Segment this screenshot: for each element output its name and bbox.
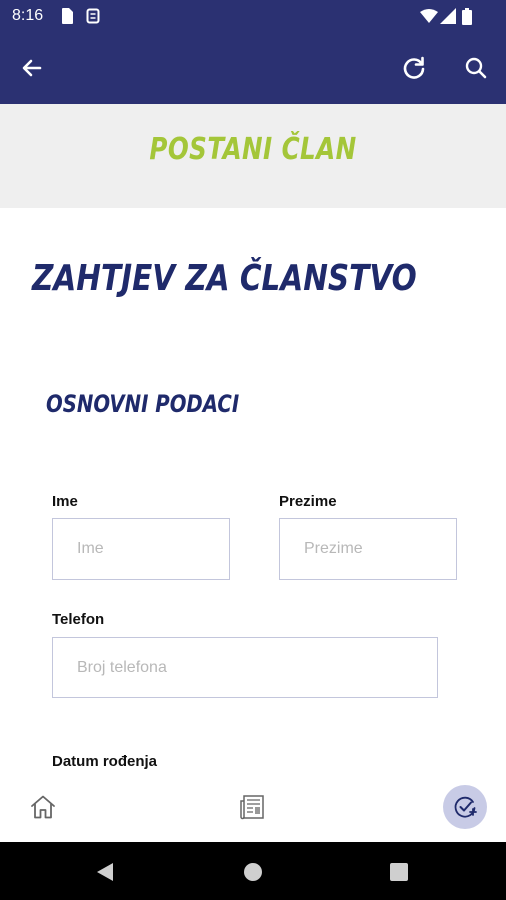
search-icon [465, 57, 487, 79]
wifi-icon [420, 9, 438, 23]
system-navigation-bar [0, 842, 506, 900]
first-name-label: Ime [52, 493, 78, 510]
search-button[interactable] [456, 48, 496, 88]
last-name-input[interactable] [279, 518, 457, 580]
arrow-left-icon [22, 59, 42, 77]
nav-home-button[interactable] [26, 790, 60, 824]
membership-fab-button[interactable] [443, 785, 487, 829]
system-recents-icon[interactable] [390, 863, 408, 881]
page-title: ZAHTJEV ZA ČLANSTVO [32, 258, 417, 299]
app-bar [0, 32, 506, 104]
page-banner: POSTANI ČLAN [0, 104, 506, 208]
sim-card-icon [62, 8, 73, 24]
battery-icon [462, 8, 472, 25]
home-icon [31, 795, 55, 819]
back-button[interactable] [12, 48, 52, 88]
nav-news-button[interactable] [236, 790, 270, 824]
status-bar: 8:16 [0, 0, 506, 32]
birth-date-label: Datum rođenja [52, 753, 158, 770]
banner-title: POSTANI ČLAN [149, 132, 357, 167]
storage-icon [86, 8, 100, 24]
status-time: 8:16 [12, 7, 44, 24]
phone-input[interactable] [52, 637, 438, 698]
membership-check-icon [454, 796, 477, 818]
newspaper-icon [240, 795, 264, 820]
refresh-button[interactable] [394, 48, 434, 88]
section-title: OSNOVNI PODACI [46, 390, 240, 418]
system-home-icon[interactable] [243, 862, 263, 882]
bottom-navigation [0, 770, 506, 842]
system-back-icon[interactable] [96, 862, 114, 882]
signal-icon [440, 8, 456, 24]
last-name-label: Prezime [279, 493, 337, 510]
refresh-icon [403, 56, 425, 79]
phone-label: Telefon [52, 611, 105, 628]
first-name-input[interactable] [52, 518, 230, 580]
